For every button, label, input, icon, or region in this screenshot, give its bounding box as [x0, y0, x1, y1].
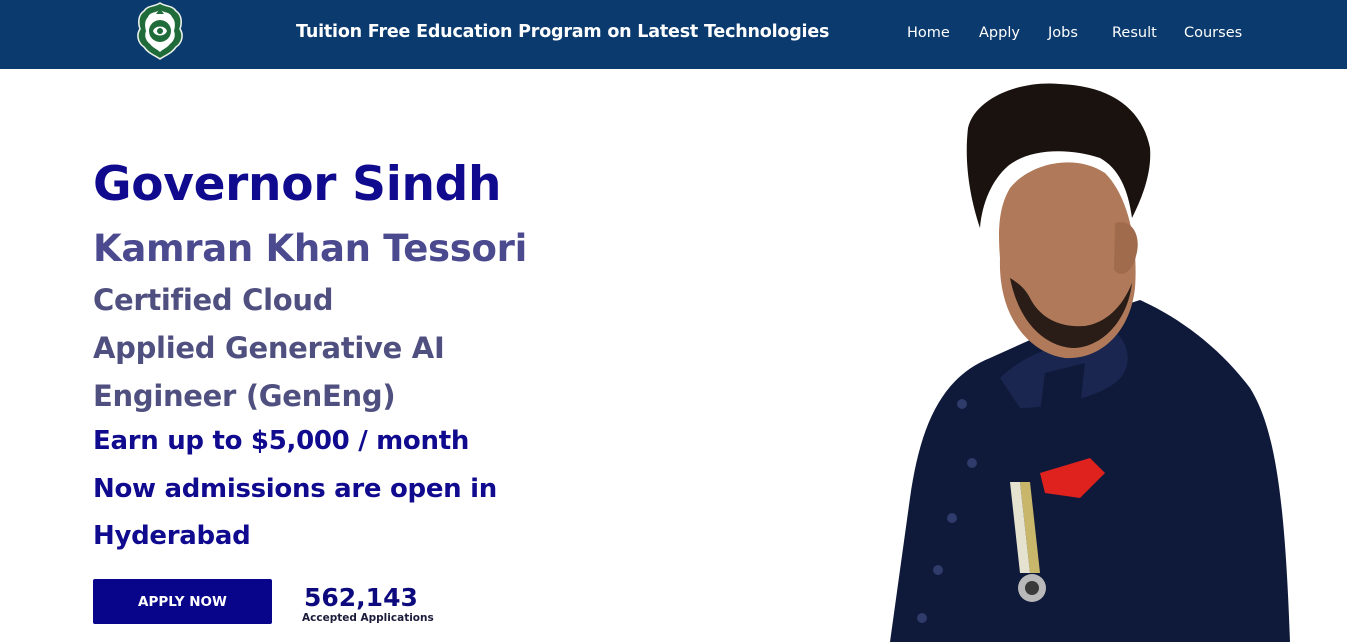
apply-now-button[interactable]: APPLY NOW [93, 579, 272, 624]
nav-apply-link[interactable]: Apply [979, 25, 1020, 41]
top-navbar: Tuition Free Education Program on Latest… [0, 0, 1347, 69]
hero-title: Governor Sindh [93, 157, 502, 212]
nav-courses-link[interactable]: Courses [1184, 25, 1242, 41]
nav-result-link[interactable]: Result [1112, 25, 1157, 41]
hero-name: Kamran Khan Tessori [93, 227, 527, 270]
program-line-3: Engineer (GenEng) [93, 379, 396, 413]
program-line-2: Applied Generative AI [93, 331, 445, 365]
program-line-1: Certified Cloud [93, 283, 334, 317]
nav-home-link[interactable]: Home [907, 25, 950, 41]
admissions-text: Now admissions are open in [93, 474, 497, 504]
nav-jobs-link[interactable]: Jobs [1048, 25, 1078, 41]
main-nav: Home Apply Jobs Result Courses [0, 25, 1347, 45]
governor-portrait-image [890, 83, 1290, 642]
accepted-applications-label: Accepted Applications [302, 612, 434, 624]
accepted-applications-count: 562,143 [304, 583, 418, 612]
earnings-text: Earn up to $5,000 / month [93, 426, 470, 456]
admissions-city: Hyderabad [93, 521, 251, 551]
